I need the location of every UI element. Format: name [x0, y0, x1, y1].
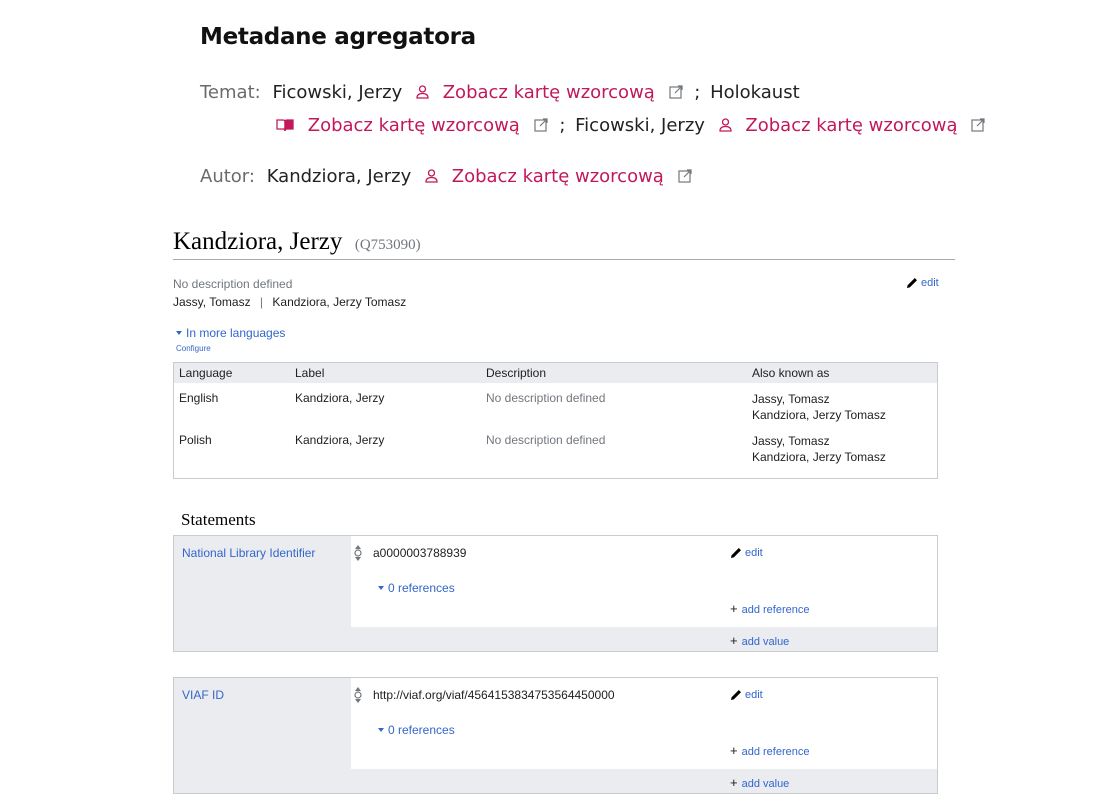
subject-row-1: Temat: Ficowski, Jerzy Zobacz kartę wzor… [200, 82, 800, 104]
plus-icon: + [730, 633, 738, 648]
add-value-button[interactable]: + add value [730, 775, 789, 790]
authority-card-link[interactable]: Zobacz kartę wzorcową [452, 166, 664, 187]
author-row: Autor: Kandziora, Jerzy Zobacz kartę wzo… [200, 166, 694, 188]
statement-value-panel: a0000003788939 0 references edit + add re… [351, 536, 937, 627]
external-link-icon[interactable] [677, 167, 692, 188]
edit-header-button[interactable]: edit [905, 276, 939, 290]
alias: Jassy, Tomasz [752, 392, 830, 406]
more-languages-label: In more languages [186, 326, 286, 340]
header-also-known-as: Also known as [752, 366, 830, 380]
caret-down-icon [378, 586, 384, 590]
pencil-icon [729, 688, 743, 702]
references-toggle[interactable]: 0 references [378, 723, 455, 737]
aggregator-metadata: Metadane agregatora [200, 24, 960, 50]
subject-value: Ficowski, Jerzy [575, 115, 705, 136]
pencil-icon [729, 546, 743, 560]
description-cell: No description defined [486, 433, 606, 447]
table-row: Polish Kandziora, Jerzy No description d… [174, 433, 937, 473]
book-icon [276, 116, 294, 137]
alias: Jassy, Tomasz [752, 434, 830, 448]
subject-separator: ; [559, 115, 566, 136]
entity-id: (Q753090) [354, 237, 421, 253]
subject-value: Holokaust [710, 82, 800, 103]
external-link-icon[interactable] [971, 116, 985, 137]
statement-edit-button[interactable]: edit [729, 546, 763, 560]
add-reference-label: add reference [741, 746, 810, 758]
references-count: 0 references [388, 581, 455, 595]
edit-label: edit [745, 547, 763, 559]
alias: Kandziora, Jerzy Tomasz [272, 295, 407, 309]
header-description: Description [486, 366, 547, 380]
aggregator-title: Metadane agregatora [200, 24, 476, 50]
language-cell: Polish [179, 433, 212, 447]
plus-icon: + [730, 601, 738, 616]
caret-down-icon [176, 331, 182, 335]
languages-table: Language Label Description Also known as… [173, 362, 938, 479]
aliases-cell: Jassy, Tomasz Kandziora, Jerzy Tomasz [752, 433, 886, 465]
subject-row-2: Zobacz kartę wzorcową ; Ficowski, Jerzy … [276, 115, 987, 137]
description-cell: No description defined [486, 391, 606, 405]
entity-description: No description defined [173, 277, 293, 291]
entity-heading: Kandziora, Jerzy (Q753090) [173, 228, 955, 260]
rank-selector-icon[interactable] [354, 686, 362, 704]
pencil-icon [905, 276, 919, 290]
edit-label: edit [921, 277, 939, 289]
add-value-label: add value [741, 778, 790, 790]
references-count: 0 references [388, 723, 455, 737]
caret-down-icon [378, 728, 384, 732]
configure-link[interactable]: Configure [176, 344, 211, 353]
add-reference-button[interactable]: + add reference [730, 743, 809, 758]
subject-label: Temat: [200, 82, 261, 103]
table-row: English Kandziora, Jerzy No description … [174, 391, 937, 431]
statements-heading: Statements [181, 510, 256, 529]
alias: Kandziora, Jerzy Tomasz [752, 450, 886, 464]
subject-value: Ficowski, Jerzy [272, 82, 403, 103]
edit-label: edit [745, 689, 763, 701]
plus-icon: + [730, 775, 738, 790]
statement-value: a0000003788939 [373, 546, 467, 560]
entity-title: Kandziora, Jerzy [173, 228, 343, 255]
external-link-icon[interactable] [668, 83, 683, 104]
languages-table-header: Language Label Description Also known as [174, 363, 937, 383]
statement-group: National Library Identifier a00000037889… [173, 535, 938, 652]
label-cell: Kandziora, Jerzy [295, 433, 385, 447]
add-value-label: add value [741, 636, 790, 648]
add-value-button[interactable]: + add value [730, 633, 789, 648]
subject-separator: ; [694, 82, 701, 103]
add-reference-label: add reference [741, 604, 810, 616]
language-cell: English [179, 391, 219, 405]
authority-card-link[interactable]: Zobacz kartę wzorcową [745, 115, 957, 136]
rank-selector-icon[interactable] [354, 544, 362, 562]
authority-card-link[interactable]: Zobacz kartę wzorcową [308, 115, 520, 136]
statement-edit-button[interactable]: edit [729, 688, 763, 702]
header-language: Language [179, 366, 233, 380]
statement-value-panel: http://viaf.org/viaf/4564153834753564450… [351, 678, 937, 769]
plus-icon: + [730, 743, 738, 758]
references-toggle[interactable]: 0 references [378, 581, 455, 595]
alias: Kandziora, Jerzy Tomasz [752, 408, 886, 422]
property-link[interactable]: VIAF ID [182, 688, 224, 702]
external-link-icon[interactable] [533, 116, 548, 137]
person-icon [425, 167, 438, 188]
label-cell: Kandziora, Jerzy [295, 391, 385, 405]
person-icon [416, 83, 429, 104]
entity-aliases: Jassy, Tomasz | Kandziora, Jerzy Tomasz [173, 295, 406, 309]
authority-card-link[interactable]: Zobacz kartę wzorcową [443, 82, 655, 103]
author-label: Autor: [200, 166, 255, 187]
author-value: Kandziora, Jerzy [266, 166, 412, 187]
add-reference-button[interactable]: + add reference [730, 601, 809, 616]
property-link[interactable]: National Library Identifier [182, 546, 315, 560]
statement-group: VIAF ID http://viaf.org/viaf/45641538347… [173, 677, 938, 794]
statement-value: http://viaf.org/viaf/4564153834753564450… [373, 688, 615, 702]
alias: Jassy, Tomasz [173, 295, 251, 309]
more-languages-toggle[interactable]: In more languages [176, 326, 285, 340]
alias-separator: | [259, 295, 264, 309]
header-label: Label [295, 366, 325, 380]
aliases-cell: Jassy, Tomasz Kandziora, Jerzy Tomasz [752, 391, 886, 423]
person-icon [719, 116, 732, 137]
